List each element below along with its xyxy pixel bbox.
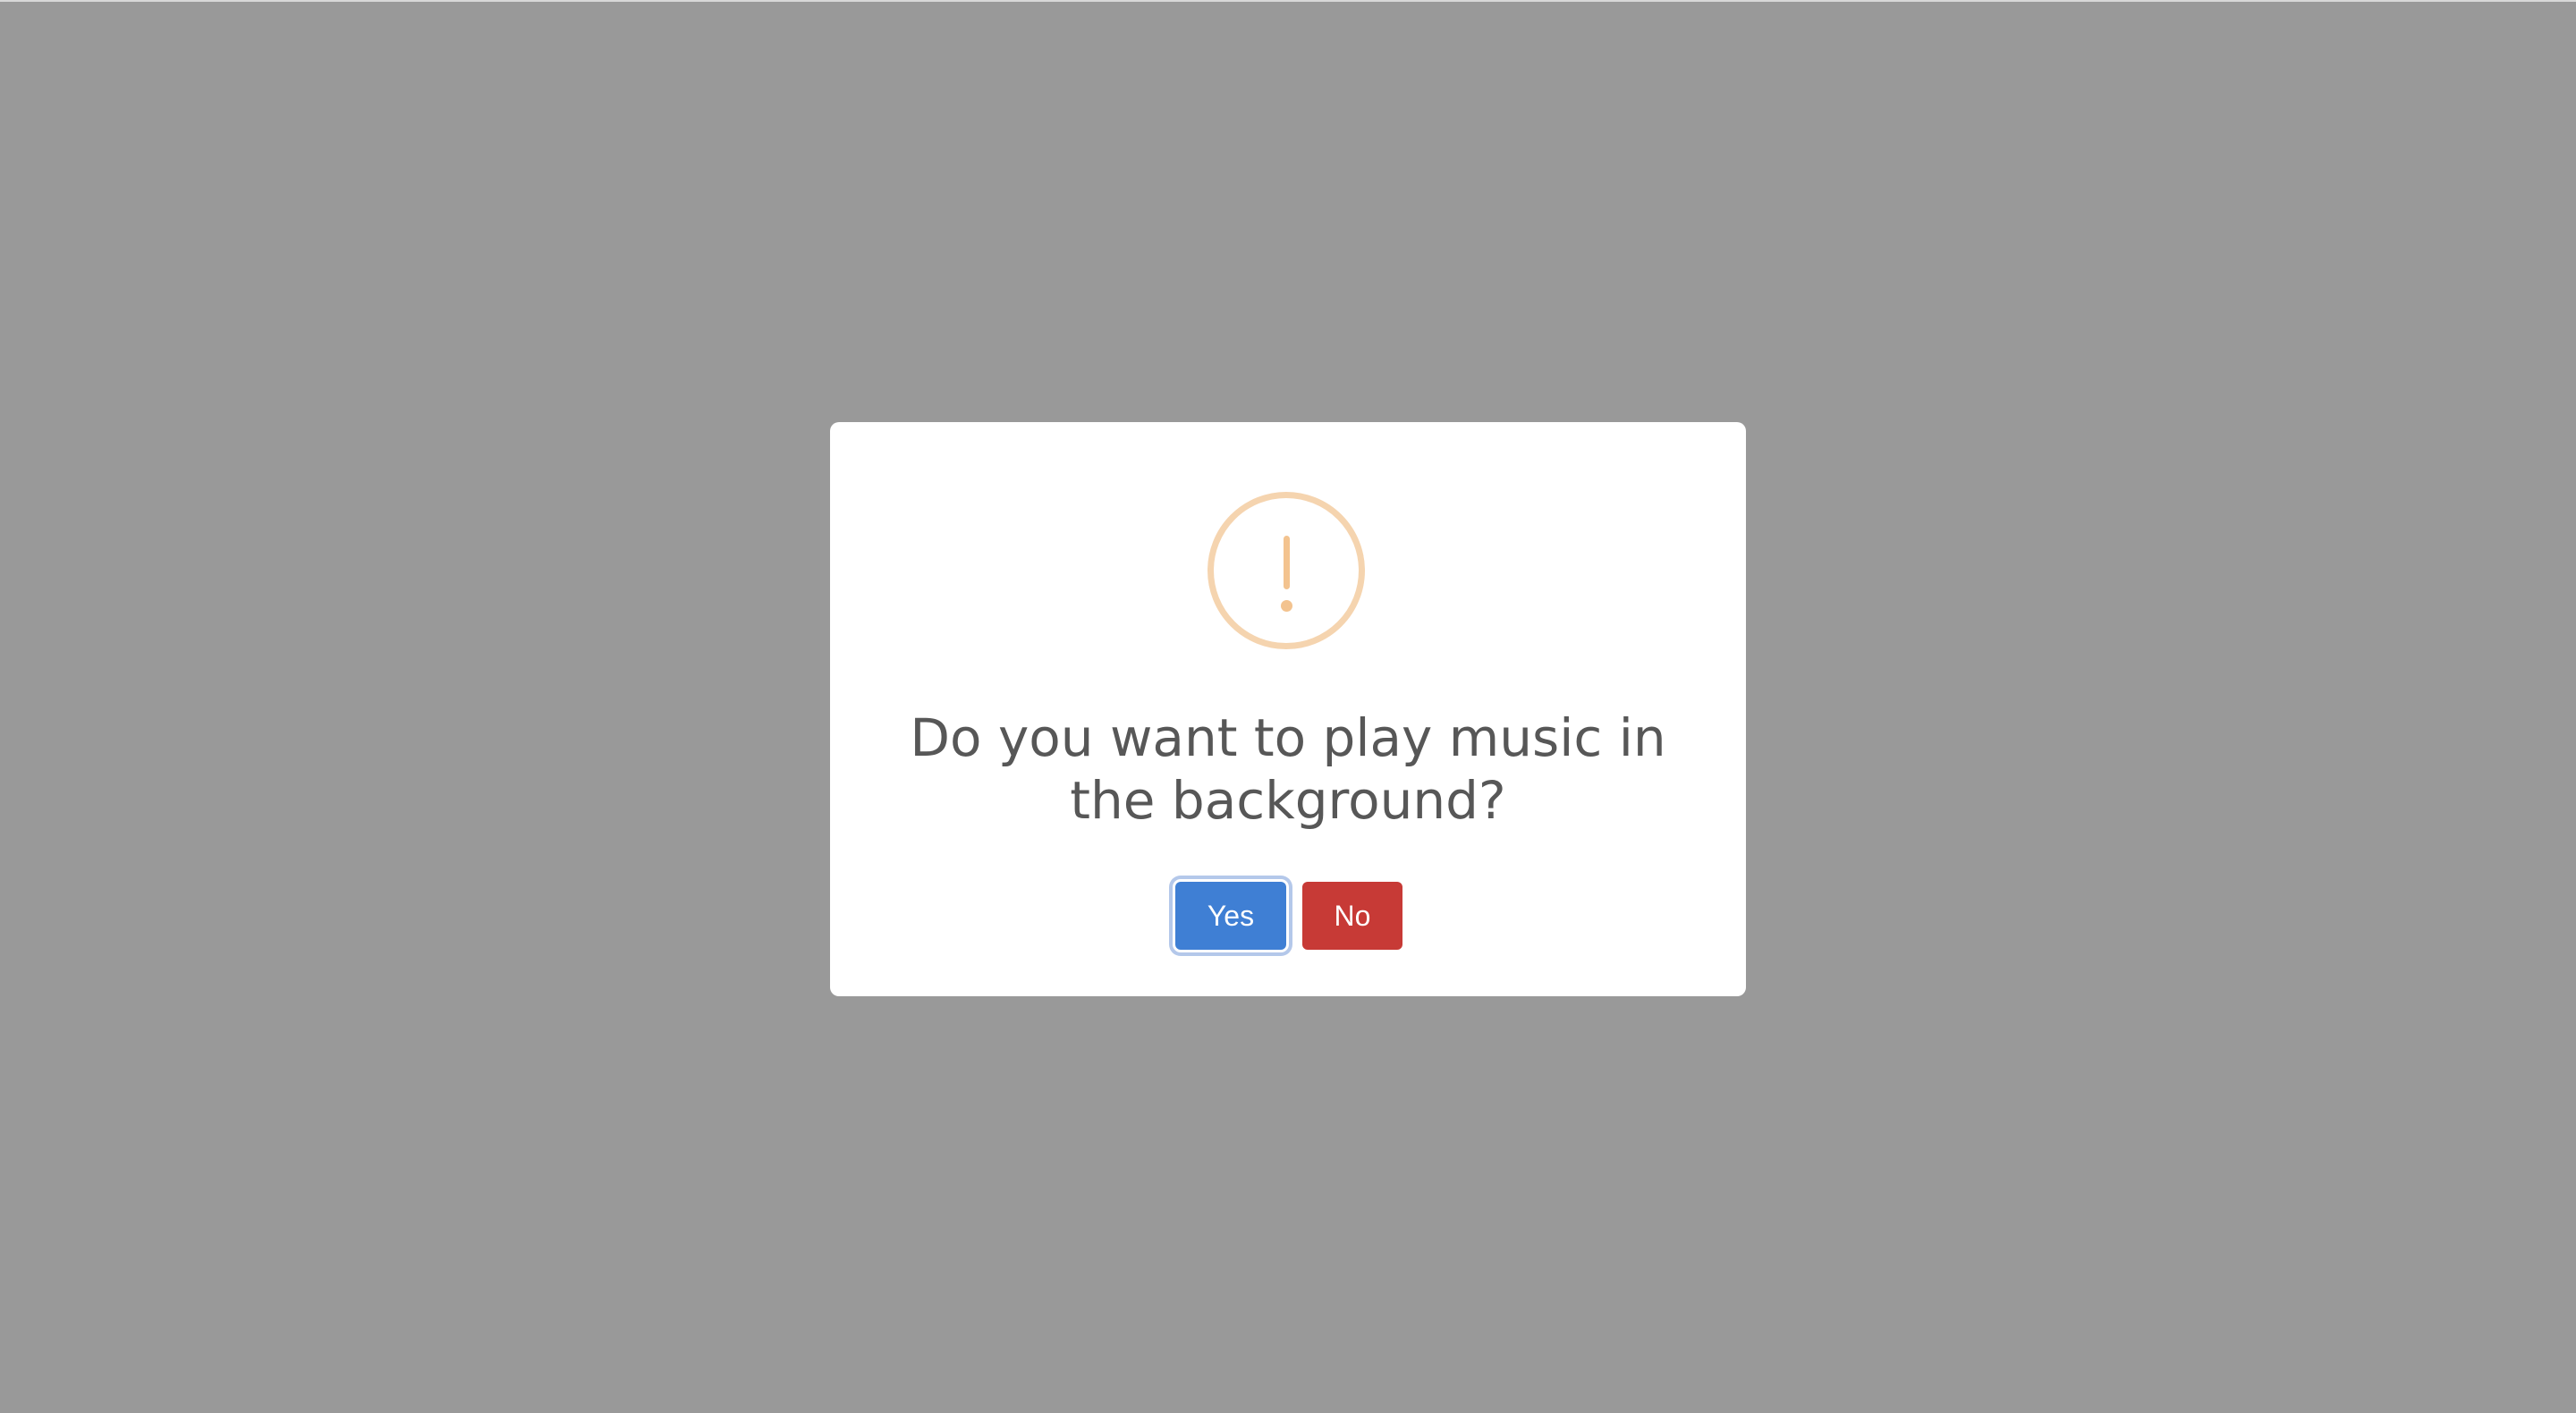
music-prompt-dialog: Do you want to play music in the backgro… bbox=[830, 422, 1746, 996]
exclamation-bar bbox=[1284, 536, 1290, 589]
exclamation-icon bbox=[1208, 492, 1365, 649]
exclamation-dot bbox=[1281, 600, 1292, 612]
dialog-title: Do you want to play music in the backgro… bbox=[910, 707, 1666, 831]
yes-button[interactable]: Yes bbox=[1175, 882, 1286, 950]
modal-overlay: Do you want to play music in the backgro… bbox=[0, 0, 2576, 1413]
no-button[interactable]: No bbox=[1302, 882, 1402, 950]
dialog-actions: Yes No bbox=[830, 882, 1746, 950]
